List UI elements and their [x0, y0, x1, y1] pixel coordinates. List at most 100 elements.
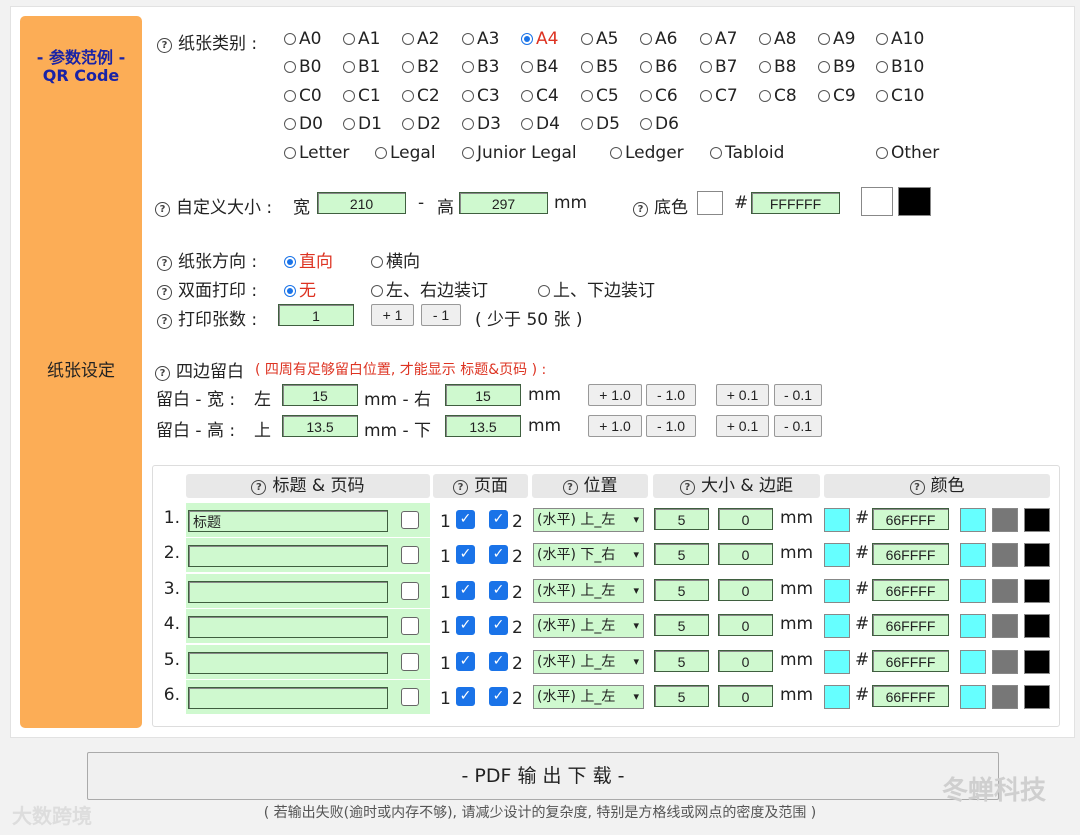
copies-input[interactable]: 1 — [278, 304, 354, 326]
help-icon[interactable]: ? — [909, 480, 925, 495]
help-icon[interactable]: ? — [251, 480, 267, 495]
height-minus-01-button[interactable]: - 0.1 — [774, 415, 822, 437]
black-preset[interactable] — [1024, 543, 1050, 567]
width-plus-01-button[interactable]: + 0.1 — [716, 384, 769, 406]
cyan-preset[interactable] — [960, 614, 986, 638]
color-input[interactable]: 66FFFF — [872, 579, 949, 601]
paper-option-b6[interactable]: B6 — [640, 57, 677, 77]
paper-option-d2[interactable]: D2 — [402, 114, 441, 134]
page2-checkbox[interactable]: ✓ — [489, 652, 508, 671]
row-title-input[interactable] — [188, 652, 388, 674]
paper-option-c3[interactable]: C3 — [462, 86, 500, 106]
gray-preset[interactable] — [992, 543, 1018, 567]
paper-option-c5[interactable]: C5 — [581, 86, 619, 106]
page2-checkbox[interactable]: ✓ — [489, 545, 508, 564]
orientation-portrait[interactable]: 直向 — [284, 247, 333, 272]
paper-option-d6[interactable]: D6 — [640, 114, 679, 134]
gray-preset[interactable] — [992, 685, 1018, 709]
color-input[interactable]: 66FFFF — [872, 614, 949, 636]
paper-option-tabloid[interactable]: Tabloid — [710, 143, 784, 163]
page2-checkbox[interactable]: ✓ — [489, 510, 508, 529]
paper-option-d0[interactable]: D0 — [284, 114, 323, 134]
black-preset[interactable] — [1024, 685, 1050, 709]
white-preset[interactable] — [861, 187, 893, 216]
help-icon[interactable]: ? — [155, 202, 170, 217]
paper-option-b9[interactable]: B9 — [818, 57, 855, 77]
pdf-download-button[interactable]: - PDF 输 出 下 载 - — [87, 752, 999, 800]
paper-option-b0[interactable]: B0 — [284, 57, 321, 77]
black-preset[interactable] — [1024, 650, 1050, 674]
paper-option-d1[interactable]: D1 — [343, 114, 382, 134]
page2-checkbox[interactable]: ✓ — [489, 581, 508, 600]
position-select[interactable]: (水平) 下_右 ▾ — [533, 543, 644, 567]
color-swatch[interactable] — [824, 543, 850, 567]
paper-option-c1[interactable]: C1 — [343, 86, 381, 106]
copies-minus-button[interactable]: - 1 — [421, 304, 461, 326]
size-input[interactable]: 5 — [654, 685, 709, 707]
cyan-preset[interactable] — [960, 579, 986, 603]
height-plus-1-button[interactable]: + 1.0 — [588, 415, 642, 437]
height-plus-01-button[interactable]: + 0.1 — [716, 415, 769, 437]
margin-input[interactable]: 0 — [718, 650, 773, 672]
paper-option-b1[interactable]: B1 — [343, 57, 380, 77]
paper-option-a0[interactable]: A0 — [284, 29, 321, 49]
paper-option-c8[interactable]: C8 — [759, 86, 797, 106]
paper-option-ledger[interactable]: Ledger — [610, 143, 684, 163]
paper-option-a9[interactable]: A9 — [818, 29, 855, 49]
position-select[interactable]: (水平) 上_左 ▾ — [533, 508, 644, 532]
gray-preset[interactable] — [992, 579, 1018, 603]
qr-code-link[interactable]: QR Code — [20, 66, 142, 85]
duplex-left-right[interactable]: 左、右边装订 — [371, 276, 488, 301]
sample-params-link[interactable]: - 参数范例 - — [20, 44, 142, 68]
paper-option-c9[interactable]: C9 — [818, 86, 856, 106]
color-swatch[interactable] — [824, 614, 850, 638]
black-preset[interactable] — [898, 187, 931, 216]
paper-option-a8[interactable]: A8 — [759, 29, 796, 49]
duplex-none[interactable]: 无 — [284, 276, 316, 301]
paper-option-c4[interactable]: C4 — [521, 86, 559, 106]
position-select[interactable]: (水平) 上_左 ▾ — [533, 614, 644, 638]
size-input[interactable]: 5 — [654, 650, 709, 672]
row-title-checkbox[interactable] — [401, 582, 419, 600]
paper-option-a7[interactable]: A7 — [700, 29, 737, 49]
page1-checkbox[interactable]: ✓ — [456, 652, 475, 671]
position-select[interactable]: (水平) 上_左 ▾ — [533, 650, 644, 674]
size-input[interactable]: 5 — [654, 614, 709, 636]
page2-checkbox[interactable]: ✓ — [489, 616, 508, 635]
width-input[interactable]: 210 — [317, 192, 406, 214]
paper-option-a3[interactable]: A3 — [462, 29, 499, 49]
paper-option-b3[interactable]: B3 — [462, 57, 499, 77]
margin-input[interactable]: 0 — [718, 508, 773, 530]
size-input[interactable]: 5 — [654, 579, 709, 601]
black-preset[interactable] — [1024, 579, 1050, 603]
row-title-checkbox[interactable] — [401, 688, 419, 706]
margin-input[interactable]: 0 — [718, 614, 773, 636]
row-title-input[interactable] — [188, 581, 388, 603]
color-input[interactable]: 66FFFF — [872, 650, 949, 672]
paper-option-c0[interactable]: C0 — [284, 86, 322, 106]
cyan-preset[interactable] — [960, 543, 986, 567]
row-title-checkbox[interactable] — [401, 511, 419, 529]
paper-option-b4[interactable]: B4 — [521, 57, 558, 77]
duplex-top-bottom[interactable]: 上、下边装订 — [538, 276, 655, 301]
paper-option-c10[interactable]: C10 — [876, 86, 925, 106]
help-icon[interactable]: ? — [157, 256, 172, 271]
margin-right-input[interactable]: 15 — [445, 384, 521, 406]
row-title-input[interactable] — [188, 616, 388, 638]
paper-option-a10[interactable]: A10 — [876, 29, 924, 49]
row-title-input[interactable] — [188, 545, 388, 567]
copies-plus-button[interactable]: + 1 — [371, 304, 414, 326]
bg-color-input[interactable]: FFFFFF — [751, 192, 840, 214]
paper-option-c2[interactable]: C2 — [402, 86, 440, 106]
paper-option-a5[interactable]: A5 — [581, 29, 618, 49]
width-plus-1-button[interactable]: + 1.0 — [588, 384, 642, 406]
paper-option-a2[interactable]: A2 — [402, 29, 439, 49]
gray-preset[interactable] — [992, 650, 1018, 674]
page1-checkbox[interactable]: ✓ — [456, 616, 475, 635]
help-icon[interactable]: ? — [633, 202, 648, 217]
paper-option-b2[interactable]: B2 — [402, 57, 439, 77]
color-swatch[interactable] — [824, 650, 850, 674]
gray-preset[interactable] — [992, 508, 1018, 532]
position-select[interactable]: (水平) 上_左 ▾ — [533, 685, 644, 709]
paper-option-c6[interactable]: C6 — [640, 86, 678, 106]
